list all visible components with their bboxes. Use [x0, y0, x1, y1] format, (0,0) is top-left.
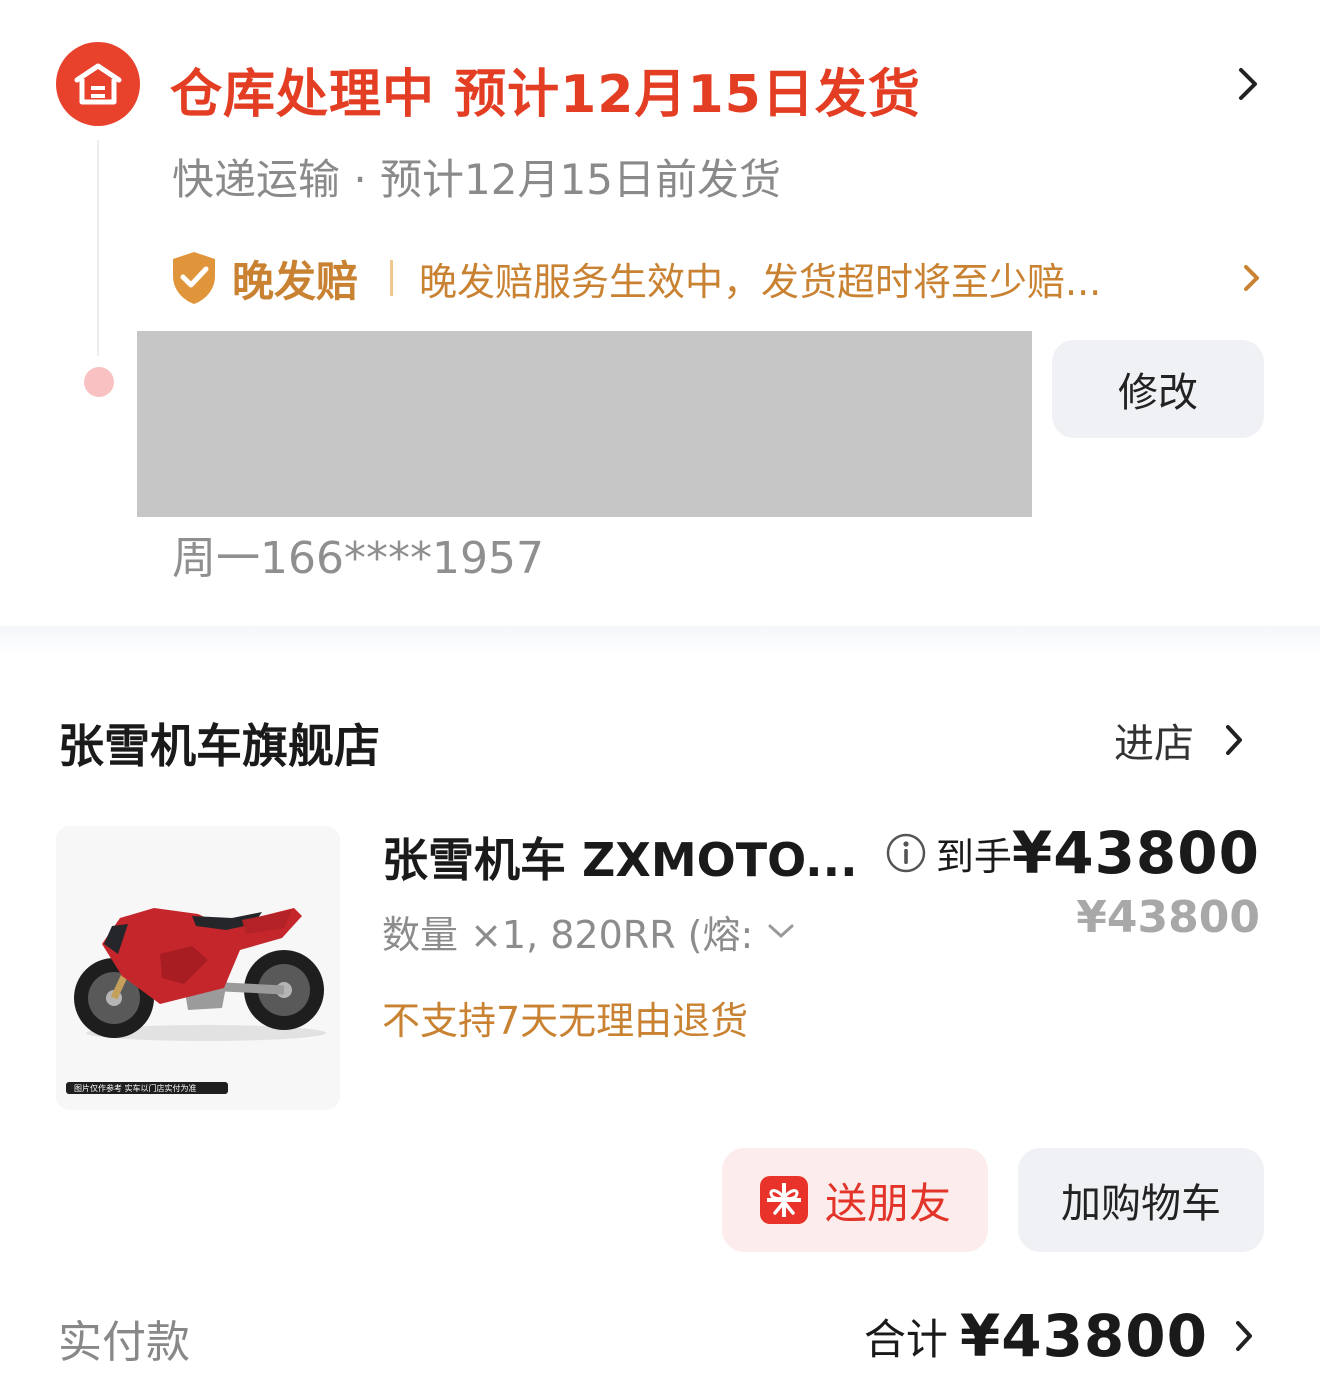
- return-policy-note: 不支持7天无理由退货: [382, 999, 749, 1043]
- shipping-status-subtitle: 快递运输 · 预计12月15日前发货: [172, 155, 781, 204]
- shield-check-icon: [170, 250, 218, 306]
- total-value: ¥43800: [959, 1302, 1208, 1370]
- edit-address-button[interactable]: 修改: [1052, 340, 1264, 438]
- section-divider: [0, 626, 1320, 656]
- product-image[interactable]: 图片仅作参考 实车以门店实付为准: [56, 826, 340, 1110]
- late-guarantee-label: 晚发赔: [232, 256, 359, 306]
- final-price-value: ¥43800: [1011, 819, 1260, 887]
- paid-amount-label: 实付款: [58, 1317, 190, 1368]
- late-guarantee-row[interactable]: 晚发赔 晚发赔服务生效中，发货超时将至少赔...: [170, 246, 1270, 310]
- enter-shop-link[interactable]: 进店: [1114, 712, 1254, 768]
- send-to-friend-label: 送朋友: [824, 1179, 951, 1227]
- redacted-address: [137, 331, 1032, 517]
- chevron-right-icon[interactable]: [1232, 258, 1272, 298]
- shop-name[interactable]: 张雪机车旗舰店: [58, 710, 380, 776]
- product-spec-text: 数量 ×1, 820RR (熔:: [382, 912, 754, 957]
- chevron-right-icon: [1214, 720, 1254, 760]
- order-total[interactable]: 合计 ¥43800: [864, 1298, 1264, 1374]
- recipient-contact: 周一166****1957: [172, 533, 544, 584]
- info-icon[interactable]: [886, 833, 926, 873]
- gift-icon: [759, 1175, 809, 1225]
- final-price: 到手 ¥43800: [886, 818, 1260, 888]
- timeline-dot: [84, 367, 114, 397]
- product-spec-selector[interactable]: 数量 ×1, 820RR (熔:: [382, 905, 799, 957]
- original-price: ¥43800: [1076, 892, 1260, 943]
- total-label: 合计: [863, 1314, 948, 1364]
- chevron-right-icon[interactable]: [1228, 64, 1268, 104]
- timeline-line: [97, 140, 99, 356]
- send-to-friend-button[interactable]: 送朋友: [722, 1148, 988, 1252]
- late-guarantee-description: 晚发赔服务生效中，发货超时将至少赔...: [419, 259, 1102, 304]
- chevron-right-icon: [1224, 1316, 1264, 1356]
- product-title[interactable]: 张雪机车 ZXMOTO...: [382, 824, 858, 890]
- enter-shop-label: 进店: [1114, 721, 1194, 767]
- chevron-down-icon: [767, 915, 799, 947]
- warehouse-icon: [56, 42, 140, 126]
- divider: [390, 260, 394, 296]
- final-price-label: 到手: [935, 834, 1012, 879]
- motorcycle-image: 图片仅作参考 实车以门店实付为准: [56, 826, 340, 1110]
- image-caption: 图片仅作参考 实车以门店实付为准: [74, 1083, 197, 1093]
- add-to-cart-button[interactable]: 加购物车: [1018, 1148, 1264, 1252]
- shipping-status-title[interactable]: 仓库处理中 预计12月15日发货: [170, 52, 921, 127]
